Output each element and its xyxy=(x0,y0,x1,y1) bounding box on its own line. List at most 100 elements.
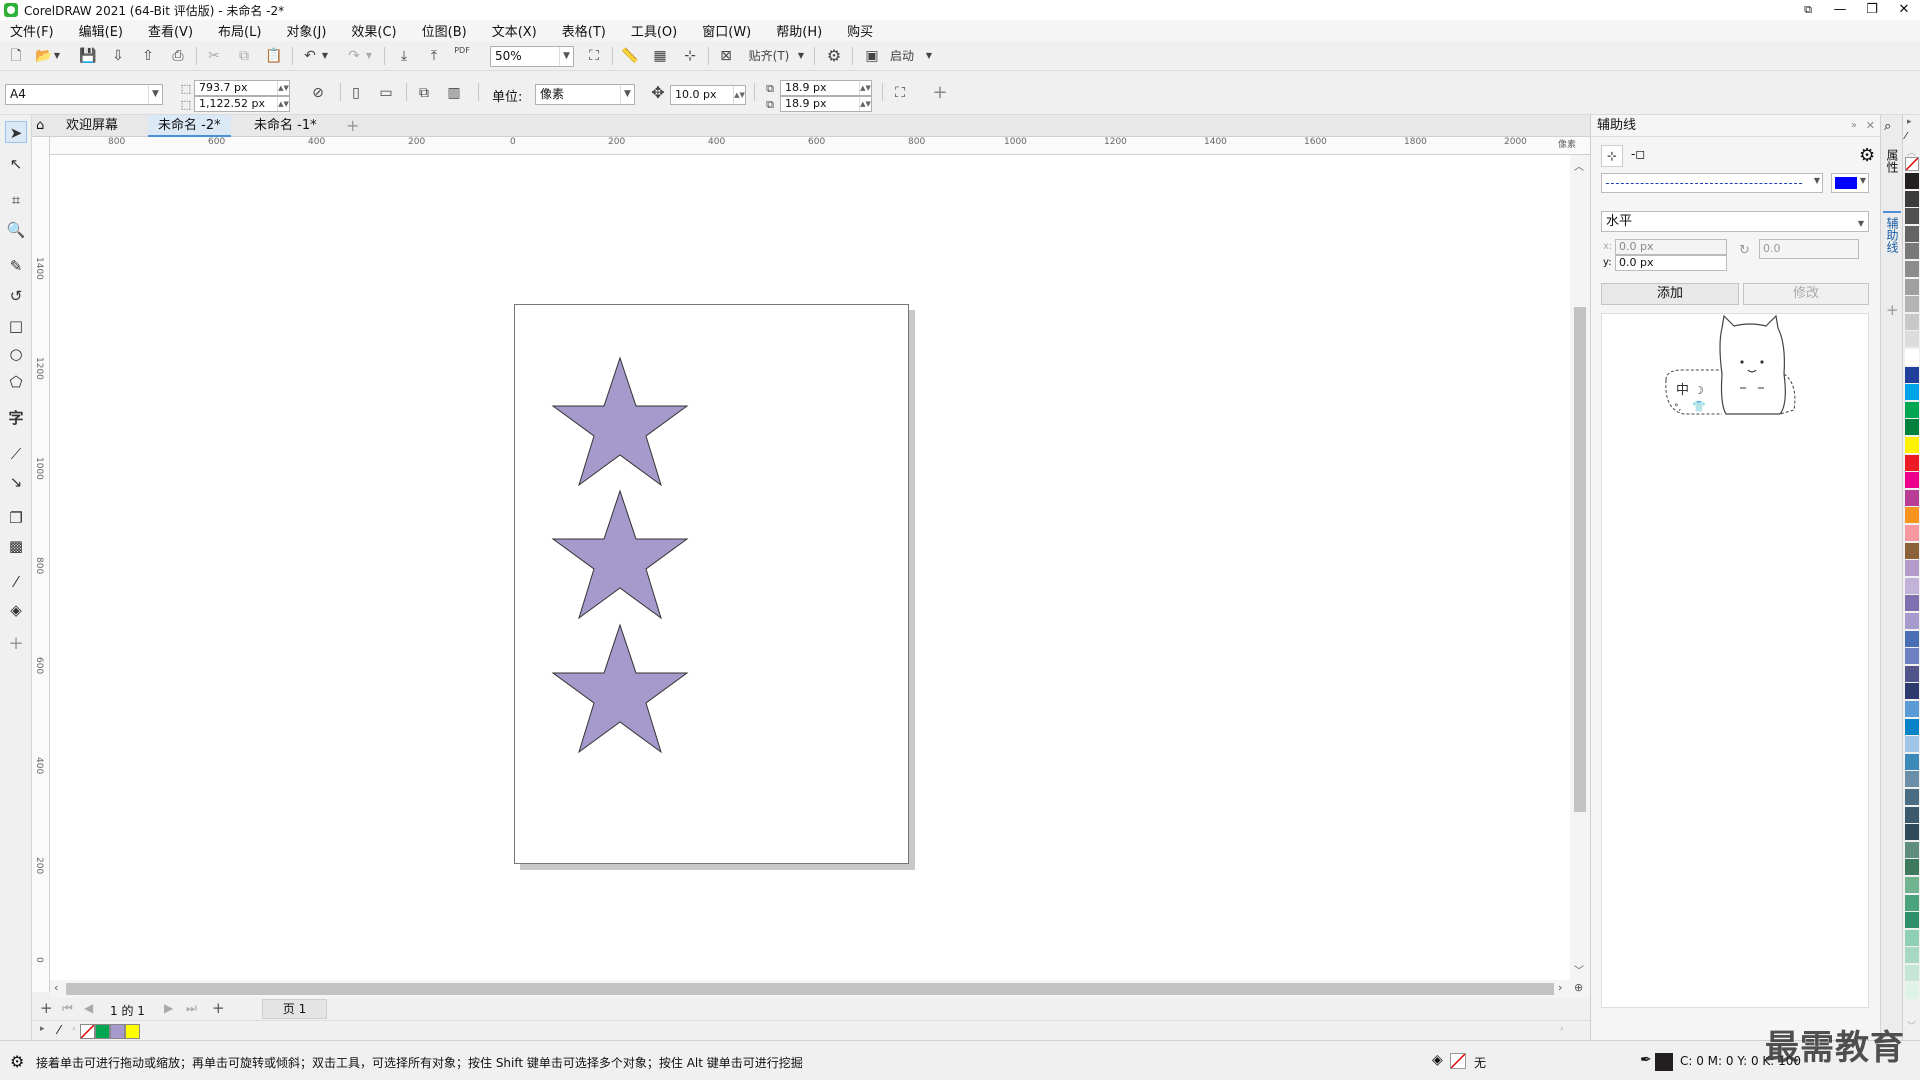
menu-layout[interactable]: 布局(L) xyxy=(218,21,261,40)
menu-text[interactable]: 文本(X) xyxy=(492,21,537,40)
fill-swatch[interactable] xyxy=(1450,1053,1466,1069)
undo-icon[interactable]: ↶ xyxy=(300,46,320,66)
add-icon[interactable]: + xyxy=(930,83,950,103)
treat-as-filled-icon[interactable]: ⛶ xyxy=(890,83,910,103)
undo-dropdown-icon[interactable]: ▼ xyxy=(320,46,330,66)
docker-expand-icon[interactable]: » xyxy=(1851,115,1857,137)
palette-color-swatch[interactable] xyxy=(1905,419,1919,436)
add-page-after-icon[interactable]: + xyxy=(212,999,225,1017)
minimize-button[interactable]: — xyxy=(1824,0,1856,20)
zoom-tool-icon[interactable]: 🔍 xyxy=(5,219,27,241)
current-page-icon[interactable]: ▥ xyxy=(444,83,464,103)
palette-color-swatch[interactable] xyxy=(1905,349,1919,365)
cloud-upload-icon[interactable]: ⇧ xyxy=(138,46,158,66)
guide-line-style-combo[interactable]: ▼ xyxy=(1601,173,1823,193)
palette-color-swatch[interactable] xyxy=(1905,718,1919,735)
home-icon[interactable]: ⌂ xyxy=(32,115,54,137)
palette-color-swatch[interactable] xyxy=(1905,525,1919,541)
menu-bitmaps[interactable]: 位图(B) xyxy=(422,21,467,40)
duplicate-y-input[interactable]: 18.9 px ▲▼ xyxy=(780,96,872,112)
palette-color-swatch[interactable] xyxy=(1905,190,1919,207)
text-tool-icon[interactable]: 字 xyxy=(5,407,27,429)
duplicate-x-input[interactable]: 18.9 px ▲▼ xyxy=(780,80,872,96)
chevron-down-icon[interactable]: ▼ xyxy=(1860,176,1866,185)
portrait-icon[interactable]: ▯ xyxy=(346,83,366,103)
gear-icon[interactable]: ⚙ xyxy=(10,1052,24,1071)
palette-color-swatch[interactable] xyxy=(1905,965,1919,981)
palette-color-swatch[interactable] xyxy=(1905,683,1919,700)
redo-dropdown-icon[interactable]: ▼ xyxy=(364,46,374,66)
palette-color-swatch[interactable] xyxy=(1905,296,1919,313)
palette-color-swatch[interactable] xyxy=(1905,859,1919,876)
guide-y-input[interactable]: 0.0 px xyxy=(1615,255,1727,271)
spin-arrows-icon[interactable]: ▲▼ xyxy=(859,81,871,95)
page-height-input[interactable]: 1,122.52 px ▲▼ xyxy=(194,96,290,112)
cut-icon[interactable]: ✂ xyxy=(204,46,224,66)
chevron-down-icon[interactable]: ▼ xyxy=(148,85,162,104)
vertical-ruler[interactable]: 1400 1200 1000 800 600 400 200 0 xyxy=(32,137,50,992)
menu-edit[interactable]: 编辑(E) xyxy=(79,21,123,40)
palette-color-swatch[interactable] xyxy=(1905,225,1919,242)
spin-arrows-icon[interactable]: ▲▼ xyxy=(733,86,745,104)
palette-expand-icon[interactable]: ▸ xyxy=(40,1024,45,1034)
palette-color-swatch[interactable] xyxy=(1905,472,1919,489)
crop-tool-icon[interactable]: ⌗ xyxy=(5,189,27,211)
horizontal-ruler[interactable]: 800 600 400 200 0 200 400 600 800 1000 1… xyxy=(50,137,1590,155)
menu-tools[interactable]: 工具(O) xyxy=(631,21,677,40)
document-color-swatch[interactable] xyxy=(110,1024,125,1039)
freehand-tool-icon[interactable]: ✎ xyxy=(5,255,27,277)
palette-color-swatch[interactable] xyxy=(1905,648,1919,665)
add-guide-button[interactable]: 添加 xyxy=(1601,283,1739,305)
ellipse-tool-icon[interactable]: ○ xyxy=(5,343,27,365)
launch-dropdown-icon[interactable]: ▼ xyxy=(924,46,934,66)
palette-color-swatch[interactable] xyxy=(1905,454,1919,471)
dimension-tool-icon[interactable]: ⟋ xyxy=(5,443,27,465)
tab-guidelines[interactable]: 辅助线 xyxy=(1884,217,1901,253)
prev-page-icon[interactable]: ◀ xyxy=(84,1001,93,1015)
add-tool-icon[interactable]: + xyxy=(5,633,27,655)
page-size-combo[interactable]: A4 ▼ xyxy=(5,84,163,105)
polygon-tool-icon[interactable]: ⬠ xyxy=(5,371,27,393)
pick-tool-icon[interactable]: ➤ xyxy=(5,121,27,143)
horizontal-scrollbar-thumb[interactable] xyxy=(66,983,1554,995)
save-icon[interactable]: 💾 xyxy=(78,46,98,66)
palette-color-swatch[interactable] xyxy=(1905,824,1919,841)
gear-icon[interactable]: ⚙ xyxy=(824,46,844,66)
palette-color-swatch[interactable] xyxy=(1905,208,1919,225)
tab-untitled-1[interactable]: 未命名 -1* xyxy=(244,115,327,137)
palette-color-swatch[interactable] xyxy=(1905,806,1919,823)
chevron-down-icon[interactable]: ▼ xyxy=(620,85,634,104)
landscape-icon[interactable]: ▭ xyxy=(376,83,396,103)
palette-scroll-down-icon[interactable]: ﹀ xyxy=(1907,1019,1916,1032)
transparency-tool-icon[interactable]: ▩ xyxy=(5,535,27,557)
new-document-icon[interactable]: 🗋 xyxy=(6,46,26,66)
print-icon[interactable]: ⎙ xyxy=(168,46,188,66)
zoom-navigator-icon[interactable]: ⊕ xyxy=(1574,981,1583,994)
zoom-level-combo[interactable]: 50% ▼ xyxy=(490,46,574,67)
chevron-down-icon[interactable]: ▼ xyxy=(559,47,573,66)
guide-angle-input[interactable]: 0.0 xyxy=(1759,239,1859,259)
document-page[interactable] xyxy=(514,304,909,864)
palette-color-swatch[interactable] xyxy=(1905,894,1919,911)
connector-tool-icon[interactable]: ↘ xyxy=(5,471,27,493)
rectangle-tool-icon[interactable]: □ xyxy=(5,315,27,337)
cloud-download-icon[interactable]: ⇩ xyxy=(108,46,128,66)
palette-color-swatch[interactable] xyxy=(1905,261,1919,277)
open-dropdown-icon[interactable]: ▼ xyxy=(52,46,62,66)
pin-icon[interactable]: ⧉ xyxy=(1792,0,1824,20)
chevron-down-icon[interactable]: ▼ xyxy=(1814,176,1820,185)
eyedropper-icon[interactable]: ⁄ xyxy=(58,1023,60,1037)
palette-color-swatch[interactable] xyxy=(1905,613,1919,629)
paste-icon[interactable]: 📋 xyxy=(264,46,284,66)
eyedropper-icon[interactable]: ⁄ xyxy=(1905,131,1907,142)
docker-close-icon[interactable]: ✕ xyxy=(1866,115,1875,137)
palette-color-swatch[interactable] xyxy=(1905,753,1919,770)
palette-color-swatch[interactable] xyxy=(1905,278,1919,295)
spin-arrows-icon[interactable]: ▲▼ xyxy=(859,97,871,111)
document-color-swatch[interactable] xyxy=(125,1024,140,1039)
search-icon[interactable]: ⌕ xyxy=(1884,119,1891,134)
launch-icon[interactable]: ▣ xyxy=(862,46,882,66)
palette-color-swatch[interactable] xyxy=(1905,384,1919,401)
palette-menu-icon[interactable]: ▸ xyxy=(1907,117,1912,127)
tab-properties[interactable]: 属性 xyxy=(1884,149,1901,173)
